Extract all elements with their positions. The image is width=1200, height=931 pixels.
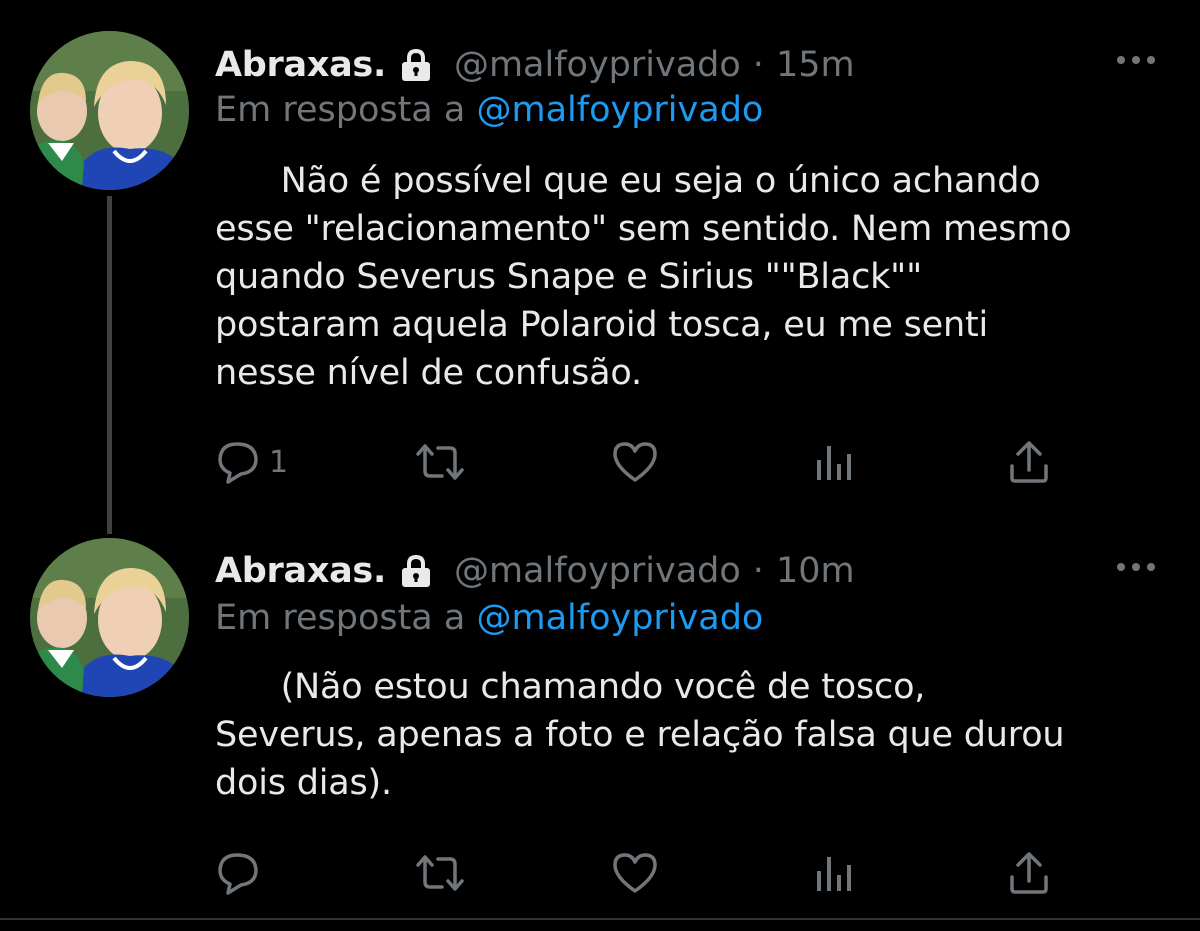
avatar[interactable] [30,538,189,697]
retweet-button[interactable] [412,848,468,898]
reply-context: Em resposta a @malfoyprivado [215,598,763,638]
avatar-photo-icon [30,538,189,697]
reply-button[interactable]: 1 [215,437,288,487]
retweet-icon [416,444,464,480]
share-button[interactable] [1005,437,1053,487]
retweet-button[interactable] [412,437,468,487]
like-icon [613,853,657,893]
analytics-icon [817,446,851,480]
retweet-icon [416,855,464,891]
reply-icon [218,442,258,484]
share-button[interactable] [1005,848,1053,898]
tweet[interactable]: Abraxas. @malfoyprivado · 15m Em respost… [0,0,1200,510]
like-button[interactable] [611,848,659,898]
timestamp[interactable]: 10m [776,551,855,591]
reply-to-handle[interactable]: @malfoyprivado [476,90,763,130]
analytics-icon [817,857,851,891]
reply-icon [218,853,258,895]
separator-dot: · [752,45,764,85]
avatar-photo-icon [30,31,189,190]
user-handle[interactable]: @malfoyprivado [454,551,741,591]
more-icon[interactable] [1114,557,1158,577]
reply-prefix: Em resposta a [215,598,466,638]
tweet-header: Abraxas. @malfoyprivado · 10m [215,546,855,596]
analytics-button[interactable] [811,437,859,487]
like-button[interactable] [611,437,659,487]
reply-to-handle[interactable]: @malfoyprivado [476,598,763,638]
avatar[interactable] [30,31,189,190]
reply-prefix: Em resposta a [215,90,466,130]
share-icon [1010,441,1048,483]
display-name[interactable]: Abraxas. [215,45,386,85]
lock-icon [401,554,430,587]
analytics-button[interactable] [811,848,859,898]
tweet-text: Não é possível que eu seja o único achan… [215,161,1072,393]
display-name[interactable]: Abraxas. [215,551,386,591]
more-icon[interactable] [1114,50,1158,70]
timestamp[interactable]: 15m [776,45,855,85]
reply-count: 1 [269,444,289,480]
tweet[interactable]: Abraxas. @malfoyprivado · 10m Em respost… [0,510,1200,920]
divider [0,918,1200,920]
tweet-header: Abraxas. @malfoyprivado · 15m [215,40,855,90]
separator-dot: · [752,551,764,591]
tweet-actions: 1 [215,437,1075,487]
like-icon [613,442,657,482]
user-handle[interactable]: @malfoyprivado [454,45,741,85]
tweet-text: (Não estou chamando você de tosco, Sever… [215,667,1065,803]
reply-context: Em resposta a @malfoyprivado [215,90,763,130]
tweet-actions [215,848,1075,898]
share-icon [1010,852,1048,894]
lock-icon [401,48,430,81]
reply-button[interactable] [215,848,269,898]
